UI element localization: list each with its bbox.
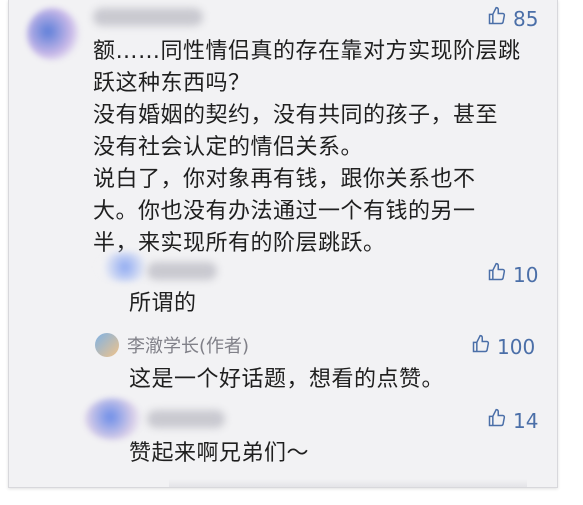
thumbs-up-icon xyxy=(487,262,507,287)
like-button[interactable]: 10 xyxy=(487,262,538,287)
like-count: 85 xyxy=(513,6,539,31)
reply-text: 这是一个好话题，想看的点赞。 xyxy=(129,367,445,392)
avatar[interactable] xyxy=(85,398,141,440)
username[interactable] xyxy=(147,262,217,280)
like-button[interactable]: 85 xyxy=(487,6,538,31)
username[interactable] xyxy=(93,8,203,26)
like-button[interactable]: 14 xyxy=(487,408,538,433)
reply-text: 所谓的 xyxy=(129,291,197,316)
author-name[interactable]: 李澈学长(作者) xyxy=(127,332,249,358)
avatar[interactable] xyxy=(27,8,79,60)
username[interactable] xyxy=(147,410,225,428)
thumbs-up-icon xyxy=(487,6,507,31)
reply-text: 赞起来啊兄弟们～ xyxy=(129,441,310,466)
author-avatar[interactable] xyxy=(95,333,119,357)
author-row: 李澈学长(作者) xyxy=(95,332,249,358)
comment-text: 额……同性情侣真的存在靠对方实现阶层跳 跃这种东西吗？ 没有婚姻的契约，没有共同… xyxy=(93,39,521,256)
comment-card: 85 额……同性情侣真的存在靠对方实现阶层跳 跃这种东西吗？ 没有婚姻的契约，没… xyxy=(8,0,558,488)
like-button[interactable]: 100 xyxy=(471,334,535,359)
thumbs-up-icon xyxy=(487,408,507,433)
like-count: 10 xyxy=(513,262,539,287)
like-count: 100 xyxy=(497,334,536,359)
thumbs-up-icon xyxy=(471,334,491,359)
avatar[interactable] xyxy=(97,252,153,282)
like-count: 14 xyxy=(513,408,539,433)
clipped-next-item xyxy=(169,479,527,487)
